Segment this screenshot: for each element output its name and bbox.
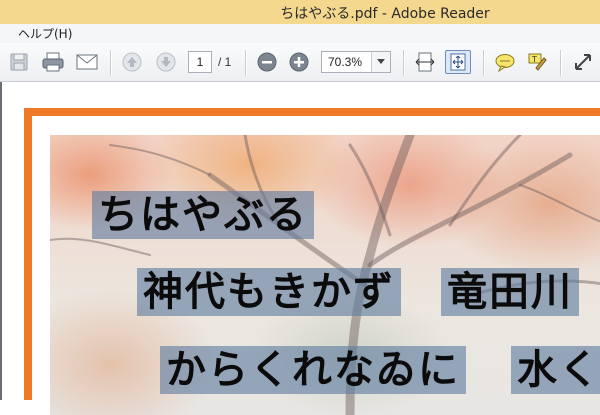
print-button[interactable] <box>40 50 66 74</box>
save-button[interactable] <box>6 50 32 74</box>
fit-page-icon <box>450 53 466 71</box>
next-page-icon <box>156 52 176 72</box>
zoom-dropdown-button[interactable] <box>371 52 390 72</box>
poem-line: ちはやぶる <box>92 191 314 239</box>
chevron-down-icon <box>377 59 385 64</box>
previous-page-button[interactable] <box>119 50 145 74</box>
poem-line: からくれなゐに <box>160 346 466 394</box>
zoom-value: 70.3% <box>328 55 363 69</box>
poem-line: 神代もきかず <box>137 268 401 316</box>
highlight-button[interactable]: T <box>524 50 550 74</box>
page-number-input[interactable]: 1 <box>188 51 212 73</box>
toolbar: 1 / 1 70.3% T <box>0 43 600 82</box>
poem-line: 水く <box>511 346 600 394</box>
expand-icon <box>575 54 591 70</box>
window-title: ちはやぶる.pdf - Adobe Reader <box>280 6 490 22</box>
expand-button[interactable] <box>570 50 596 74</box>
previous-page-icon <box>122 52 142 72</box>
zoom-out-icon <box>257 52 277 72</box>
comment-button[interactable] <box>492 50 518 74</box>
zoom-in-icon <box>289 52 309 72</box>
zoom-in-button[interactable] <box>286 50 312 74</box>
fit-width-button[interactable] <box>412 50 438 74</box>
zoom-out-button[interactable] <box>254 50 280 74</box>
zoom-select[interactable]: 70.3% <box>321 51 391 73</box>
comment-icon <box>495 54 515 73</box>
toolbar-separator <box>245 50 246 76</box>
poem-line: 竜田川 <box>441 268 579 316</box>
toolbar-separator <box>483 50 484 76</box>
svg-text:T: T <box>531 55 537 64</box>
email-button[interactable] <box>74 50 100 74</box>
toolbar-separator <box>110 50 111 76</box>
menu-bar: ヘルプ(H) <box>0 24 600 44</box>
save-icon <box>10 53 28 71</box>
toolbar-separator <box>403 50 404 76</box>
menu-help[interactable]: ヘルプ(H) <box>18 25 72 42</box>
page-total: / 1 <box>218 55 232 69</box>
panel-edge <box>0 82 2 400</box>
toolbar-separator <box>560 50 561 76</box>
highlight-icon: T <box>528 53 547 71</box>
fit-page-button[interactable] <box>445 50 471 74</box>
fit-width-icon <box>415 52 435 72</box>
title-bar: ちはやぶる.pdf - Adobe Reader <box>0 0 600 24</box>
print-icon <box>42 52 64 72</box>
email-icon <box>76 54 98 70</box>
next-page-button[interactable] <box>153 50 179 74</box>
